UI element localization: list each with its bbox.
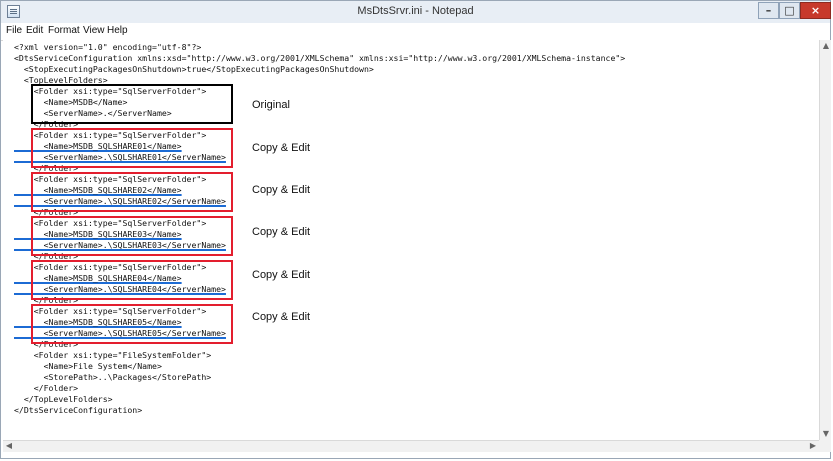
close-button[interactable]: × [800, 2, 831, 19]
minimize-button[interactable]: – [758, 2, 779, 19]
scroll-down-icon[interactable]: ▼ [821, 429, 831, 439]
scrollbar-corner [819, 440, 831, 452]
title-bar[interactable]: MsDtsSrvr.ini - Notepad – □ × [1, 1, 831, 24]
maximize-button[interactable]: □ [779, 2, 800, 19]
menu-file[interactable]: File [6, 25, 22, 36]
editor-line-1: <?xml version="1.0" encoding="utf-8"?> [14, 42, 202, 52]
annotation-original: Original [252, 99, 290, 111]
editor-line-34: </DtsServiceConfiguration> [14, 405, 143, 415]
copy-edit-box-1 [31, 128, 233, 168]
menu-bar: File Edit Format View Help [1, 23, 830, 41]
vertical-scrollbar[interactable]: ▲ ▼ [819, 40, 831, 440]
copy-edit-box-2 [31, 172, 233, 212]
menu-help[interactable]: Help [107, 25, 128, 36]
menu-edit[interactable]: Edit [26, 25, 43, 36]
copy-edit-box-5 [31, 304, 233, 344]
editor-line-32: </Folder> [14, 383, 79, 393]
scroll-up-icon[interactable]: ▲ [821, 41, 831, 51]
horizontal-scrollbar[interactable]: ◀ ▶ [3, 440, 819, 452]
menu-format[interactable]: Format [48, 25, 80, 36]
editor-line-29: <Folder xsi:type="FileSystemFolder"> [14, 350, 212, 360]
annotation-copy-edit-5: Copy & Edit [252, 311, 311, 323]
editor-line-31: <StorePath>..\Packages</StorePath> [14, 372, 212, 382]
copy-edit-box-3 [31, 216, 233, 256]
editor-line-3: <StopExecutingPackagesOnShutdown>true</S… [14, 64, 374, 74]
copy-edit-box-4 [31, 260, 233, 300]
original-folder-box [31, 84, 233, 124]
window-title: MsDtsSrvr.ini - Notepad [357, 5, 474, 17]
editor-line-30: <Name>File System</Name> [14, 361, 162, 371]
menu-view[interactable]: View [83, 25, 105, 36]
annotation-copy-edit-2: Copy & Edit [252, 184, 311, 196]
annotation-copy-edit-4: Copy & Edit [252, 269, 311, 281]
annotation-copy-edit-3: Copy & Edit [252, 226, 311, 238]
editor-line-33: </TopLevelFolders> [14, 394, 113, 404]
text-editor[interactable]: <?xml version="1.0" encoding="utf-8"?> <… [3, 40, 819, 440]
scroll-right-icon[interactable]: ▶ [808, 441, 818, 451]
annotation-copy-edit-1: Copy & Edit [252, 142, 311, 154]
editor-line-2: <DtsServiceConfiguration xmlns:xsd="http… [14, 53, 626, 63]
scroll-left-icon[interactable]: ◀ [4, 441, 14, 451]
notepad-window: MsDtsSrvr.ini - Notepad – □ × File Edit … [0, 0, 831, 459]
